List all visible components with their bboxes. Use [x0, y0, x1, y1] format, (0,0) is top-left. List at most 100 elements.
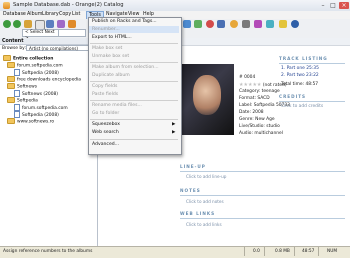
divider — [279, 63, 345, 64]
status-time: 48:57 — [302, 249, 315, 254]
back-icon[interactable] — [3, 20, 11, 28]
tree-item[interactable]: Softnews — [7, 83, 37, 90]
browse-by-select[interactable]: Artist (no compilations) — [26, 45, 94, 51]
minimize-button[interactable]: – — [318, 2, 328, 9]
web-icon[interactable] — [266, 20, 274, 28]
divider — [244, 247, 245, 256]
folder-icon — [3, 55, 11, 61]
add-credits-link[interactable]: Click to add credits — [281, 104, 323, 109]
menu-separator — [90, 81, 178, 82]
menu-copy-fields[interactable]: Copy fields — [92, 84, 117, 89]
folder-icon — [7, 76, 15, 82]
album-icon — [14, 90, 20, 97]
tree-item[interactable]: Softnews (2008) — [14, 90, 58, 97]
folder-icon[interactable] — [24, 20, 32, 28]
track-item[interactable]: 1. Part one 25:35 — [281, 66, 319, 71]
tree-entire-collection[interactable]: Entire collection — [3, 55, 53, 62]
menu-album[interactable]: Album — [27, 12, 42, 17]
submenu-arrow-icon: ▶ — [172, 122, 176, 127]
status-size-1: 0.0 — [253, 249, 260, 254]
menu-duplicate-album[interactable]: Duplicate album — [92, 73, 130, 78]
tree-item[interactable]: forum.softpedia.com — [7, 62, 63, 69]
add-lineup-link[interactable]: Click to add line-up — [186, 174, 226, 179]
add-links-link[interactable]: Click to add links — [186, 222, 222, 227]
menu-paste-fields[interactable]: Paste fields — [92, 92, 118, 97]
add-notes-link[interactable]: Click to add notes — [186, 199, 224, 204]
close-button[interactable]: × — [339, 2, 349, 9]
menu-separator — [90, 100, 178, 101]
status-message: Assign reference numbers to the albums — [3, 249, 93, 254]
rating-stars[interactable]: ★★★★★ — [239, 82, 261, 88]
menu-renumber[interactable]: Renumber... — [92, 27, 120, 32]
tree-item[interactable]: free downloads encyclopedia — [7, 76, 81, 83]
album-number: # 0004 — [239, 75, 256, 80]
cover-art — [193, 75, 221, 115]
menu-squeezebox[interactable]: Squeezebox — [92, 122, 120, 127]
menu-web-search[interactable]: Web search — [92, 130, 119, 135]
folder-icon — [7, 97, 15, 103]
tree-item[interactable]: Softpedia — [7, 97, 38, 104]
content-header: Content — [0, 38, 97, 45]
menu-copy[interactable]: Copy — [59, 12, 71, 17]
web-links-title: WEB LINKS — [180, 211, 216, 216]
quick-search-input[interactable] — [58, 29, 86, 37]
album-format: Format: SACD — [239, 96, 270, 101]
tree-item[interactable]: Softpedia (2008) — [14, 111, 59, 118]
menu-database[interactable]: Database — [3, 12, 26, 17]
track-item[interactable]: 2. Part two 23:22 — [281, 73, 319, 78]
app-icon — [3, 2, 10, 9]
rating[interactable]: ★★★★★ (not rated) — [239, 82, 287, 88]
credits-title: CREDITS — [279, 94, 307, 99]
album-icon — [14, 69, 20, 76]
album-icon — [14, 104, 20, 111]
export-icon[interactable] — [279, 20, 287, 28]
record-icon[interactable] — [206, 20, 214, 28]
menu-unmake-box-set[interactable]: Unmake box set — [92, 54, 129, 59]
folder-icon — [7, 118, 15, 124]
divider — [318, 247, 319, 256]
maximize-button[interactable]: □ — [328, 2, 338, 9]
tree-item[interactable]: forum.softpedia.com — [14, 104, 68, 111]
album-icon[interactable] — [57, 20, 65, 28]
album-category: Category: teenage — [239, 89, 280, 94]
select-next-dropdown[interactable]: < Select Next > — [22, 29, 59, 41]
status-size-2: 0.8 MB — [275, 249, 290, 254]
tree-item[interactable]: Softpedia (2008) — [14, 69, 59, 76]
forward-icon[interactable] — [13, 20, 21, 28]
info-icon[interactable] — [217, 20, 225, 28]
tag-icon[interactable] — [68, 20, 76, 28]
list-icon[interactable] — [194, 20, 202, 28]
menu-advanced[interactable]: Advanced... — [92, 142, 119, 147]
menu-make-album-from-selection[interactable]: Make album from selection... — [92, 65, 159, 70]
menu-list[interactable]: List — [72, 12, 80, 17]
help-icon[interactable] — [291, 20, 299, 28]
menu-rename-media-files[interactable]: Rename media files... — [92, 103, 142, 108]
album-date: Date: 2008 — [239, 110, 264, 115]
menu-publish-racks-tags[interactable]: Publish on Racks and Tags... — [92, 19, 157, 24]
browse-label: Browse by: — [2, 46, 26, 51]
music-icon[interactable] — [254, 20, 262, 28]
album-genre: Genre: New Age — [239, 117, 275, 122]
tree-item[interactable]: www.softnews.ro — [7, 118, 54, 125]
notes-title: NOTES — [180, 188, 201, 193]
menu-library[interactable]: Library — [42, 12, 59, 17]
album-studio: Live/Studio: studio — [239, 124, 280, 129]
settings-icon[interactable] — [242, 20, 250, 28]
menu-go-to-folder[interactable]: Go to folder — [92, 111, 119, 116]
divider — [279, 101, 345, 102]
album-icon — [14, 111, 20, 118]
menu-export-html[interactable]: Export to HTML... — [92, 35, 132, 40]
star-icon[interactable] — [230, 20, 238, 28]
folder-icon — [7, 83, 15, 89]
window-title: Sample Database.dab - Orange(2) Catalog — [13, 2, 124, 8]
grid-icon[interactable] — [183, 20, 191, 28]
save-icon[interactable] — [46, 20, 54, 28]
menu-make-box-set[interactable]: Make box set — [92, 46, 122, 51]
total-time: Total time: 48:57 — [281, 82, 319, 87]
status-num: NUM — [327, 249, 338, 254]
divider — [180, 171, 345, 172]
menu-separator — [90, 119, 178, 120]
track-listing-title: TRACK LISTING — [279, 56, 328, 61]
divider — [180, 195, 345, 196]
lineup-title: LINE-UP — [180, 164, 206, 169]
